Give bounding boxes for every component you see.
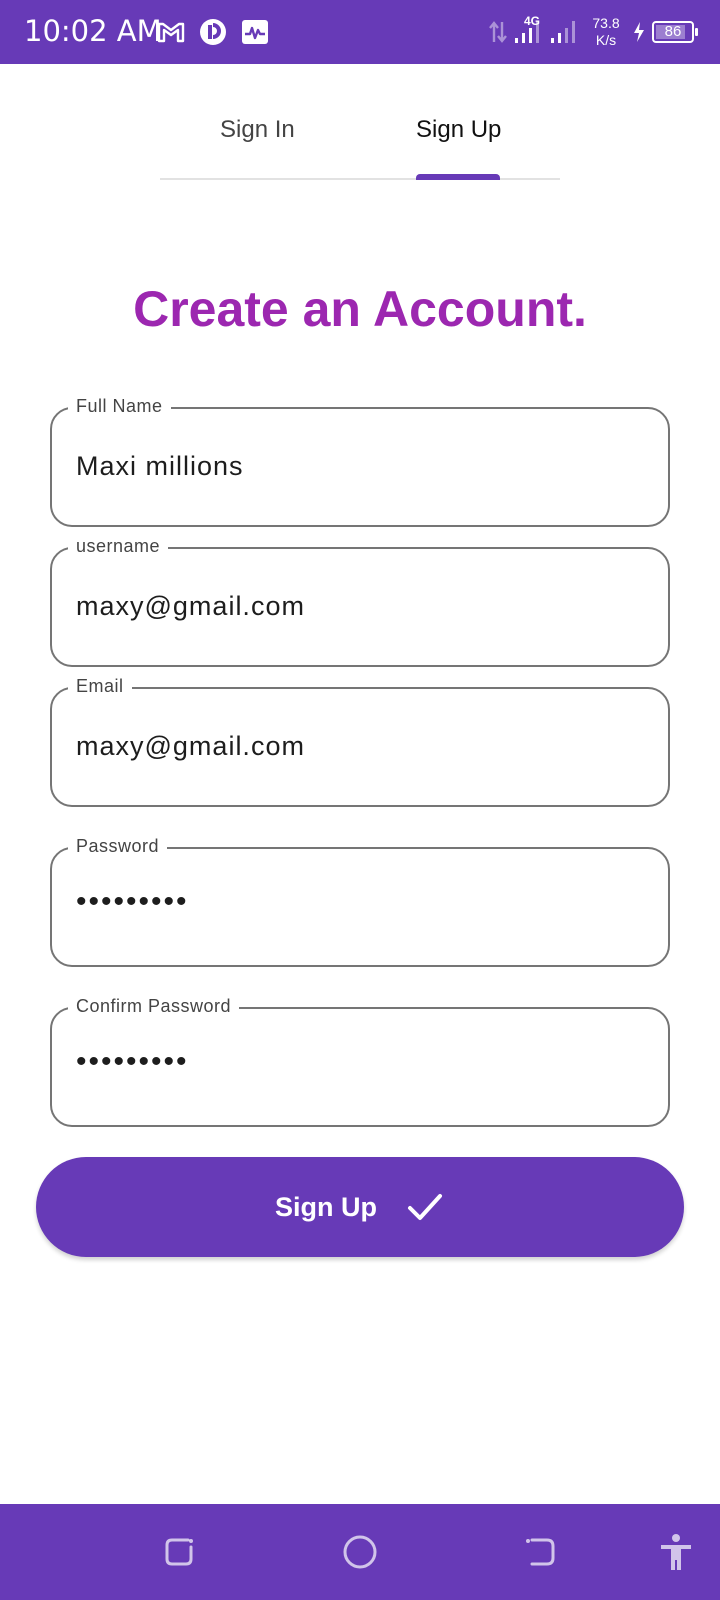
email-field[interactable]: Email maxy@gmail.com [50, 676, 670, 807]
signal-4g-icon [514, 18, 544, 46]
confirm-password-field[interactable]: Confirm Password ••••••••• [50, 996, 670, 1127]
auth-tabs: Sign In Sign Up [160, 96, 560, 180]
network-speed-unit: K/s [595, 32, 617, 48]
app-r-icon [198, 17, 228, 47]
check-icon [405, 1187, 445, 1227]
recents-icon[interactable] [160, 1532, 200, 1572]
gmail-icon [156, 17, 186, 47]
email-value[interactable]: maxy@gmail.com [76, 731, 305, 762]
system-status-icons: 73.8 K/s 86 [488, 10, 698, 54]
network-speed: 73.8 K/s [586, 15, 626, 49]
data-transfer-icon [488, 18, 508, 46]
activity-monitor-icon [240, 17, 270, 47]
full-name-field[interactable]: Full Name Maxi millions [50, 396, 670, 527]
battery-icon: 86 [652, 21, 698, 43]
status-time: 10:02 AM [24, 14, 162, 48]
home-icon[interactable] [340, 1532, 380, 1572]
username-label: username [68, 536, 169, 557]
confirm-password-value[interactable]: ••••••••• [76, 1045, 189, 1079]
username-value[interactable]: maxy@gmail.com [76, 591, 305, 622]
password-value[interactable]: ••••••••• [76, 885, 189, 919]
tab-indicator [416, 174, 500, 180]
confirm-password-label: Confirm Password [68, 996, 240, 1017]
password-label: Password [68, 836, 168, 857]
full-name-value[interactable]: Maxi millions [76, 451, 244, 482]
notification-icons [156, 17, 270, 47]
page-title: Create an Account. [133, 281, 587, 337]
charging-icon [632, 21, 646, 43]
back-icon[interactable] [520, 1532, 560, 1572]
password-field[interactable]: Password ••••••••• [50, 836, 670, 967]
battery-level: 86 [664, 23, 682, 40]
tab-sign-in[interactable]: Sign In [220, 116, 295, 144]
username-field[interactable]: username maxy@gmail.com [50, 536, 670, 667]
sign-up-screen: 10:02 AM 4G 73.8 K/s 86 Sign In Sign Up … [0, 0, 720, 1600]
sign-up-button-label: Sign Up [275, 1191, 377, 1222]
tab-divider [160, 178, 560, 180]
tab-sign-up[interactable]: Sign Up [416, 116, 501, 144]
sign-up-button[interactable]: Sign Up [36, 1157, 684, 1257]
status-bar: 10:02 AM 4G 73.8 K/s 86 [0, 0, 720, 64]
network-speed-value: 73.8 [592, 15, 620, 31]
email-label: Email [68, 676, 132, 697]
signal-icon [550, 18, 580, 46]
system-nav-bar [0, 1504, 720, 1600]
full-name-label: Full Name [68, 396, 171, 417]
accessibility-icon[interactable] [656, 1532, 696, 1572]
